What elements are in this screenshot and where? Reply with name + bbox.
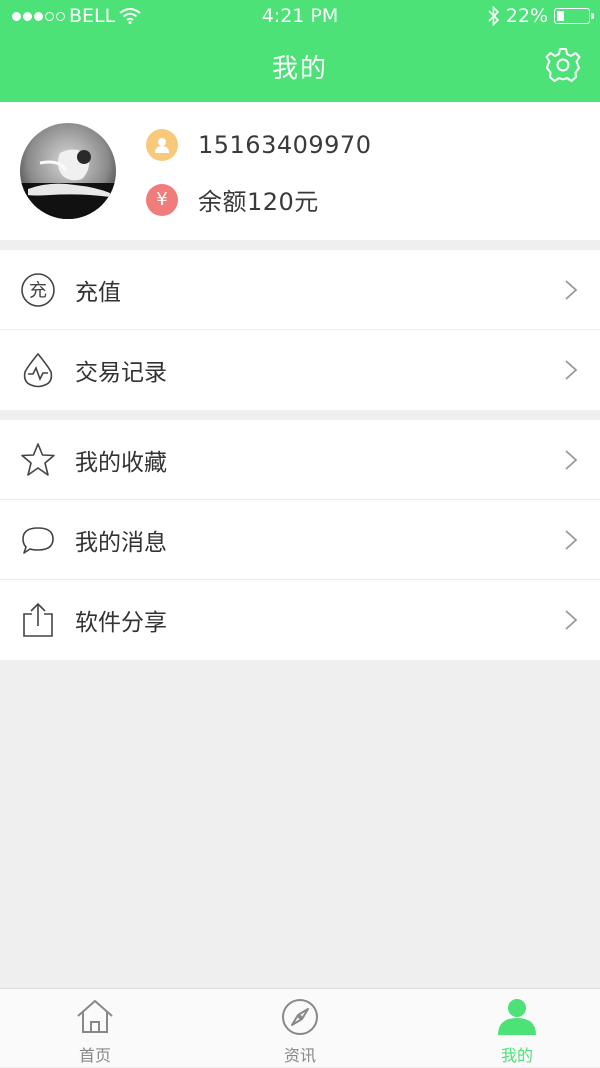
menu-item-messages[interactable]: 我的消息 — [0, 500, 600, 580]
transaction-drop-icon — [23, 352, 53, 388]
menu-label: 交易记录 — [75, 360, 167, 386]
tab-bar: 首页 资讯 我的 — [0, 988, 600, 1067]
tab-news[interactable]: 资讯 — [240, 989, 360, 1068]
star-icon — [21, 442, 55, 476]
menu-item-transactions[interactable]: 交易记录 — [0, 330, 600, 410]
menu-item-share[interactable]: 软件分享 — [0, 580, 600, 660]
recharge-icon: 充 — [21, 272, 55, 307]
profile-card: 15163409970 ¥ 余额120元 — [0, 102, 600, 240]
top-header: BELL 4:21 PM 22% 我的 — [0, 0, 600, 102]
tab-label: 我的 — [500, 1046, 533, 1065]
menu-group-personal: 我的收藏 我的消息 软件分享 — [0, 420, 600, 660]
gear-icon[interactable] — [544, 46, 582, 84]
menu-label: 我的收藏 — [75, 449, 167, 476]
battery-icon — [554, 8, 594, 24]
chat-bubble-icon — [22, 526, 54, 554]
compass-icon — [282, 999, 318, 1035]
chevron-right-icon — [565, 360, 578, 380]
balance-text: 余额120元 — [198, 188, 319, 216]
status-bar: BELL 4:21 PM 22% — [0, 0, 600, 34]
bluetooth-icon — [488, 6, 499, 26]
phone-number: 15163409970 — [198, 131, 372, 159]
battery-percent: 22% — [505, 5, 548, 27]
user-icon — [498, 999, 536, 1035]
tab-home[interactable]: 首页 — [35, 989, 155, 1068]
chevron-right-icon — [565, 279, 578, 300]
svg-text:充: 充 — [29, 280, 47, 301]
tab-label: 资讯 — [283, 1046, 316, 1065]
phone-row: 15163409970 — [146, 129, 371, 161]
share-icon — [23, 602, 53, 637]
menu-label: 我的消息 — [75, 529, 167, 556]
menu-label: 软件分享 — [75, 610, 167, 636]
status-right: 22% — [488, 5, 594, 27]
page-title: 我的 — [271, 54, 328, 84]
chevron-right-icon — [565, 610, 578, 630]
menu-item-recharge[interactable]: 充 充值 — [0, 250, 600, 330]
balance-row: ¥ 余额120元 — [146, 182, 319, 217]
tab-me[interactable]: 我的 — [457, 989, 577, 1068]
yen-icon: ¥ — [146, 183, 178, 216]
chevron-right-icon — [565, 529, 578, 550]
menu-label: 充值 — [75, 279, 121, 306]
tab-label: 首页 — [78, 1046, 111, 1065]
chevron-right-icon — [565, 449, 578, 470]
avatar[interactable] — [20, 123, 116, 219]
person-icon — [146, 129, 178, 161]
home-icon — [77, 1000, 113, 1033]
yen-symbol: ¥ — [156, 189, 168, 210]
menu-item-favorites[interactable]: 我的收藏 — [0, 420, 600, 500]
menu-group-finance: 充 充值 交易记录 — [0, 250, 600, 410]
